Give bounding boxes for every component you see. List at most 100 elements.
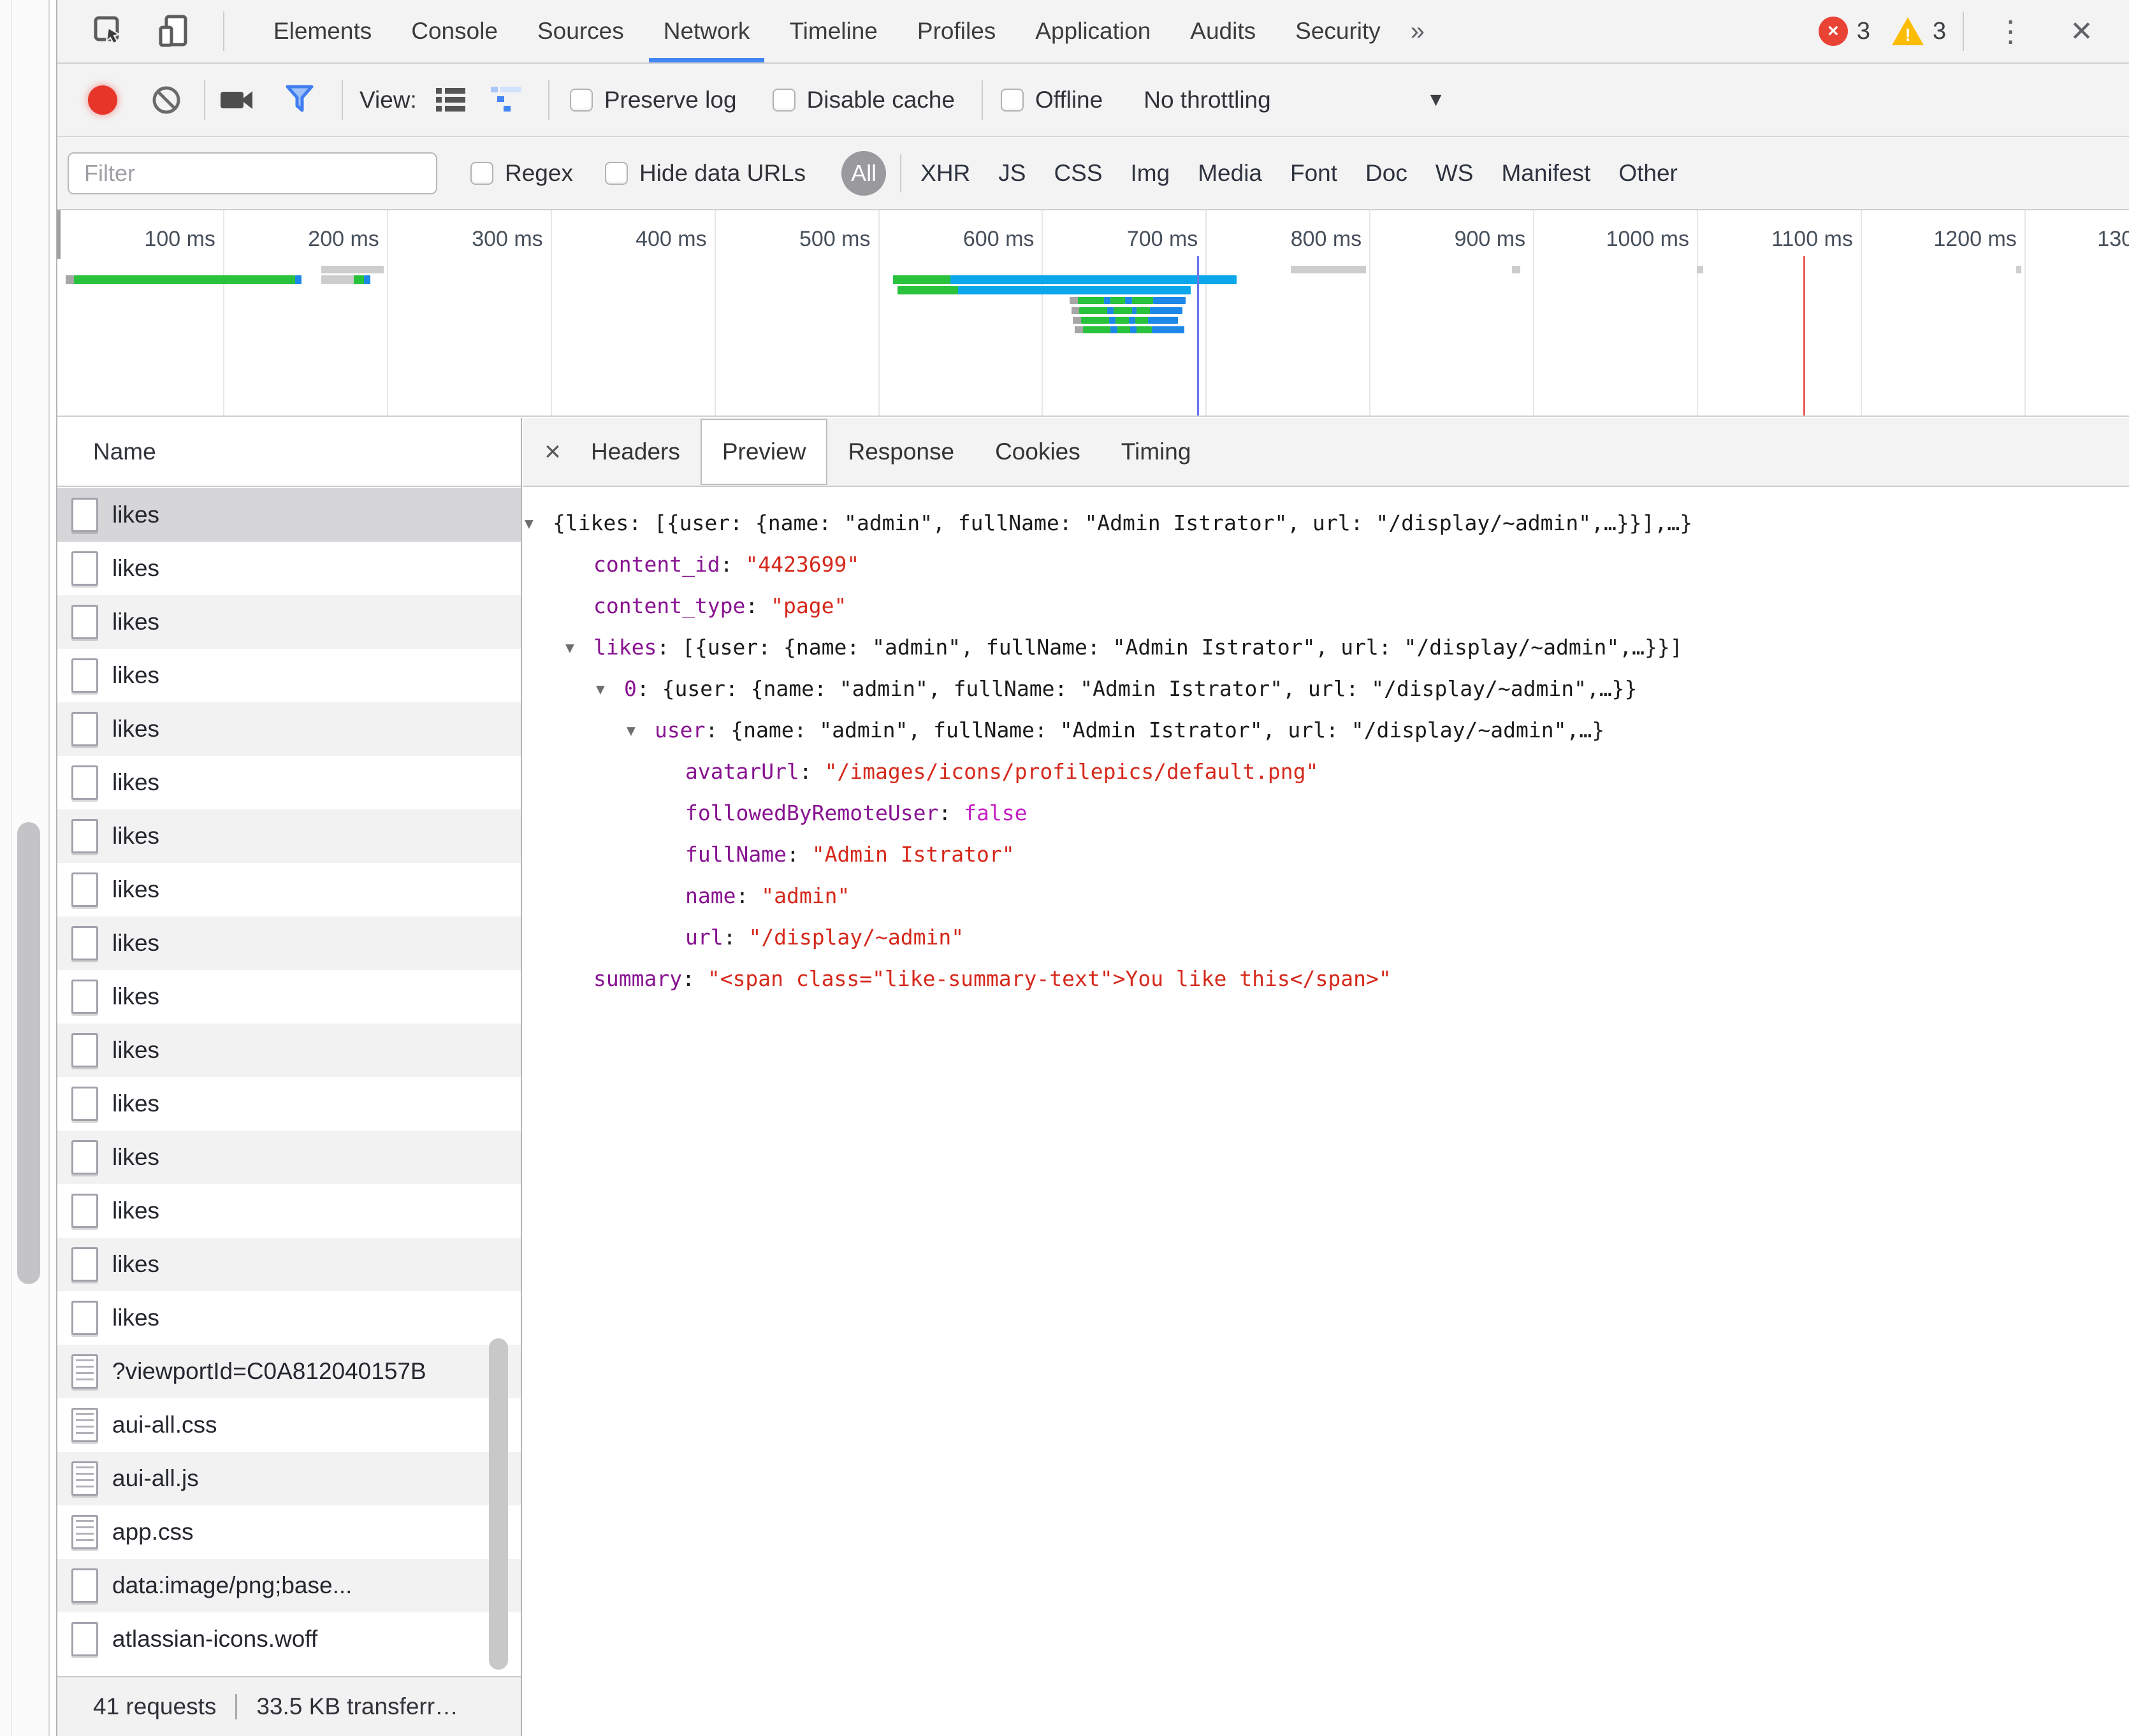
type-filter-media[interactable]: Media [1198, 160, 1262, 187]
ruler-tick-label: 400 ms [516, 227, 707, 252]
tree-row[interactable]: fullName: "Admin Istrator" [523, 834, 2129, 875]
tab-application[interactable]: Application [1015, 0, 1170, 62]
tab-cookies[interactable]: Cookies [975, 419, 1101, 485]
list-item[interactable]: app.css [57, 1505, 521, 1559]
expand-triangle-icon[interactable]: ▼ [596, 669, 624, 711]
close-devtools-icon[interactable]: ✕ [2057, 15, 2106, 48]
screenshot-camera-icon[interactable] [221, 84, 255, 116]
list-item[interactable]: likes [57, 970, 521, 1024]
type-filter-all[interactable]: All [841, 151, 886, 196]
expand-triangle-icon[interactable]: ▼ [565, 628, 593, 669]
type-filter-ws[interactable]: WS [1435, 160, 1474, 187]
tab-preview[interactable]: Preview [701, 419, 828, 485]
type-filter-font[interactable]: Font [1290, 160, 1337, 187]
list-item[interactable]: likes [57, 1131, 521, 1184]
menu-kebab-icon[interactable]: ⋮ [1980, 14, 2040, 48]
tab-network[interactable]: Network [644, 0, 770, 62]
error-count[interactable]: 3 [1857, 18, 1870, 45]
tree-row[interactable]: name: "admin" [523, 875, 2129, 916]
list-item[interactable]: aui-all.css [57, 1398, 521, 1452]
list-item[interactable]: likes [57, 542, 521, 595]
tab-sources[interactable]: Sources [518, 0, 644, 62]
request-name: likes [112, 662, 521, 689]
tree-row[interactable]: content_id: "4423699" [523, 544, 2129, 585]
list-item[interactable]: likes [57, 863, 521, 916]
tab-response[interactable]: Response [827, 419, 975, 485]
expand-triangle-icon[interactable]: ▼ [525, 503, 553, 545]
filter-input[interactable] [68, 152, 437, 194]
tree-row[interactable]: content_type: "page" [523, 585, 2129, 626]
preserve-log-checkbox[interactable] [570, 89, 593, 112]
devtools-panel: ElementsConsoleSourcesNetworkTimelinePro… [56, 0, 2129, 1736]
tab-timeline[interactable]: Timeline [769, 0, 897, 62]
tab-console[interactable]: Console [391, 0, 518, 62]
json-token-plain: : [720, 552, 746, 577]
list-item[interactable]: likes [57, 1077, 521, 1131]
list-item[interactable]: likes [57, 1184, 521, 1238]
list-item[interactable]: data:image/png;base... [57, 1559, 521, 1612]
type-filter-xhr[interactable]: XHR [920, 160, 970, 187]
type-filter-doc[interactable]: Doc [1365, 160, 1407, 187]
hide-data-urls-checkbox[interactable] [605, 162, 628, 185]
list-item[interactable]: likes [57, 916, 521, 970]
list-item[interactable]: aui-all.js [57, 1452, 521, 1505]
load-line [1803, 256, 1805, 416]
type-filter-css[interactable]: CSS [1054, 160, 1102, 187]
more-tabs-chevron-icon[interactable]: » [1400, 17, 1435, 46]
waterfall-bar [1110, 326, 1117, 333]
disable-cache-checkbox[interactable] [773, 89, 796, 112]
type-filter-other[interactable]: Other [1618, 160, 1678, 187]
waterfall-view-icon[interactable] [490, 85, 525, 115]
list-item[interactable]: likes [57, 488, 521, 542]
error-badge-icon[interactable]: × [1819, 17, 1848, 46]
list-item[interactable]: likes [57, 756, 521, 809]
list-view-icon[interactable] [435, 86, 469, 114]
device-toolbar-icon[interactable] [154, 11, 194, 51]
tree-row[interactable]: ▼0: {user: {name: "admin", fullName: "Ad… [523, 668, 2129, 709]
type-filter-img[interactable]: Img [1131, 160, 1170, 187]
list-item[interactable]: atlassian-icons.woff [57, 1612, 521, 1666]
record-button[interactable] [88, 85, 117, 115]
throttling-dropdown-arrow-icon[interactable]: ▼ [1427, 89, 1446, 111]
list-item[interactable]: likes [57, 1024, 521, 1077]
tree-row[interactable]: url: "/display/~admin" [523, 916, 2129, 958]
page-scrollbar-thumb[interactable] [17, 822, 40, 1284]
clear-button[interactable] [150, 84, 182, 116]
warning-count[interactable]: 3 [1933, 18, 1946, 45]
name-column-header[interactable]: Name [57, 418, 521, 487]
throttling-select[interactable]: No throttling [1144, 87, 1271, 113]
type-filter-manifest[interactable]: Manifest [1501, 160, 1590, 187]
tab-security[interactable]: Security [1275, 0, 1400, 62]
tree-row[interactable]: ▼{likes: [{user: {name: "admin", fullNam… [523, 502, 2129, 544]
type-filter-js[interactable]: JS [998, 160, 1026, 187]
list-item[interactable]: likes [57, 702, 521, 756]
ruler-tick-label: 1300 ms [1989, 227, 2129, 252]
filter-funnel-icon[interactable] [283, 83, 316, 117]
list-item[interactable]: ?viewportId=C0A812040157B [57, 1345, 521, 1398]
tab-headers[interactable]: Headers [570, 419, 701, 485]
close-detail-icon[interactable]: × [535, 436, 570, 468]
waterfall-bar [1137, 307, 1150, 314]
tree-row[interactable]: summary: "<span class="like-summary-text… [523, 958, 2129, 999]
warning-badge-icon[interactable]: ! [1892, 17, 1924, 45]
tab-audits[interactable]: Audits [1170, 0, 1275, 62]
tree-row[interactable]: ▼user: {name: "admin", fullName: "Admin … [523, 709, 2129, 751]
list-item[interactable]: likes [57, 1238, 521, 1291]
timeline-overview[interactable]: 100 ms200 ms300 ms400 ms500 ms600 ms700 … [57, 210, 2129, 417]
tree-row[interactable]: followedByRemoteUser: false [523, 792, 2129, 834]
list-item[interactable]: likes [57, 649, 521, 702]
offline-checkbox[interactable] [1001, 89, 1024, 112]
tab-elements[interactable]: Elements [254, 0, 391, 62]
list-scrollbar-thumb[interactable] [489, 1338, 508, 1670]
list-item[interactable]: likes [57, 1291, 521, 1345]
inspect-element-icon[interactable] [89, 11, 129, 51]
tab-timing[interactable]: Timing [1101, 419, 1212, 485]
list-item[interactable]: likes [57, 809, 521, 863]
tree-row[interactable]: ▼likes: [{user: {name: "admin", fullName… [523, 626, 2129, 668]
tab-profiles[interactable]: Profiles [897, 0, 1015, 62]
divider [204, 80, 205, 120]
expand-triangle-icon[interactable]: ▼ [627, 711, 655, 752]
list-item[interactable]: likes [57, 595, 521, 649]
regex-checkbox[interactable] [470, 162, 493, 185]
tree-row[interactable]: avatarUrl: "/images/icons/profilepics/de… [523, 751, 2129, 792]
